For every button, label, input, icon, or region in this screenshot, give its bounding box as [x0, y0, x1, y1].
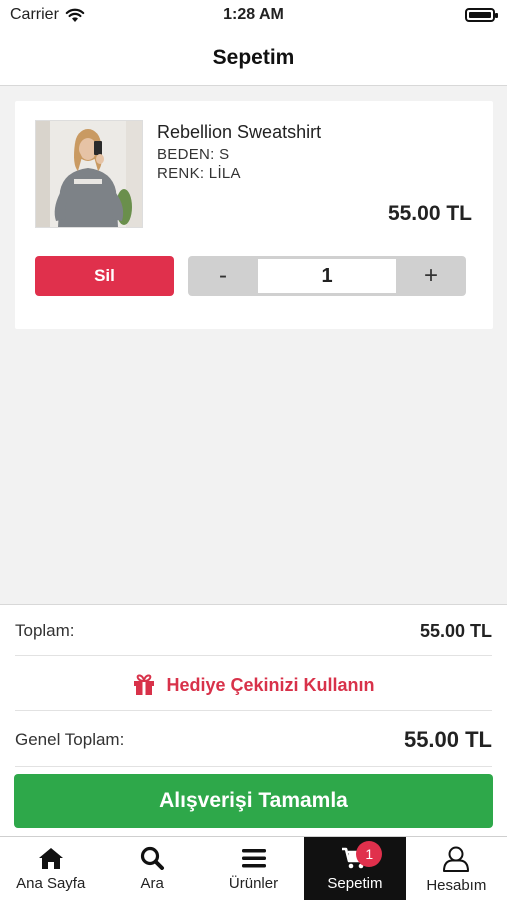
subtotal-label: Toplam:	[15, 621, 75, 640]
tab-home-label: Ana Sayfa	[16, 875, 86, 892]
divider	[15, 766, 492, 767]
delete-button[interactable]: Sil	[35, 256, 174, 296]
tab-search-label: Ara	[140, 875, 164, 892]
product-size: BEDEN: S	[157, 146, 230, 163]
quantity-value[interactable]: 1	[258, 259, 396, 293]
product-price: 55.00 TL	[387, 202, 472, 225]
product-image[interactable]	[35, 120, 143, 228]
search-icon	[141, 846, 165, 870]
increment-button[interactable]: +	[396, 256, 466, 296]
tab-products-label: Ürünler	[228, 875, 279, 892]
gift-voucher-link[interactable]: Hediye Çekinizi Kullanın	[0, 669, 507, 701]
tab-products[interactable]: Ürünler	[203, 837, 304, 900]
page-title: Sepetim	[212, 45, 295, 69]
product-photo	[36, 121, 142, 227]
home-icon	[38, 848, 63, 869]
tab-cart[interactable]: 1 Sepetim	[304, 837, 406, 900]
navigation-bar: Sepetim	[0, 30, 507, 86]
tab-account[interactable]: Hesabım	[406, 837, 507, 900]
status-bar: Carrier 1:28 AM	[0, 0, 507, 30]
order-summary: Toplam: 55.00 TL Hediye Çekinizi Kullanı…	[0, 604, 507, 836]
quantity-stepper: - 1 +	[188, 256, 466, 296]
subtotal-row: Toplam: 55.00 TL	[15, 619, 492, 643]
cart-item-card: Rebellion Sweatshirt BEDEN: S RENK: LİLA…	[15, 101, 493, 329]
grand-total-value: 55.00 TL	[403, 727, 492, 752]
divider	[15, 710, 492, 711]
tab-account-label: Hesabım	[426, 877, 487, 894]
cart-count-badge: 1	[356, 841, 383, 867]
battery-icon	[465, 8, 498, 22]
user-icon	[443, 846, 470, 872]
product-color: RENK: LİLA	[157, 165, 241, 182]
menu-icon	[241, 849, 266, 868]
tab-search[interactable]: Ara	[101, 837, 202, 900]
grand-total-row: Genel Toplam: 55.00 TL	[15, 725, 492, 755]
gift-icon	[134, 674, 155, 695]
grand-total-label: Genel Toplam:	[15, 730, 125, 749]
clock: 1:28 AM	[223, 6, 284, 23]
tab-bar: Ana Sayfa Ara Ürünler 1 Sepetim Hesabım	[0, 836, 507, 900]
decrement-button[interactable]: -	[188, 256, 258, 296]
tab-cart-label: Sepetim	[327, 875, 383, 892]
subtotal-value: 55.00 TL	[419, 620, 492, 641]
tab-home[interactable]: Ana Sayfa	[0, 837, 101, 900]
product-name[interactable]: Rebellion Sweatshirt	[157, 122, 321, 143]
checkout-button[interactable]: Alışverişi Tamamla	[14, 774, 493, 828]
gift-voucher-label: Hediye Çekinizi Kullanın	[166, 674, 375, 695]
divider	[15, 655, 492, 656]
